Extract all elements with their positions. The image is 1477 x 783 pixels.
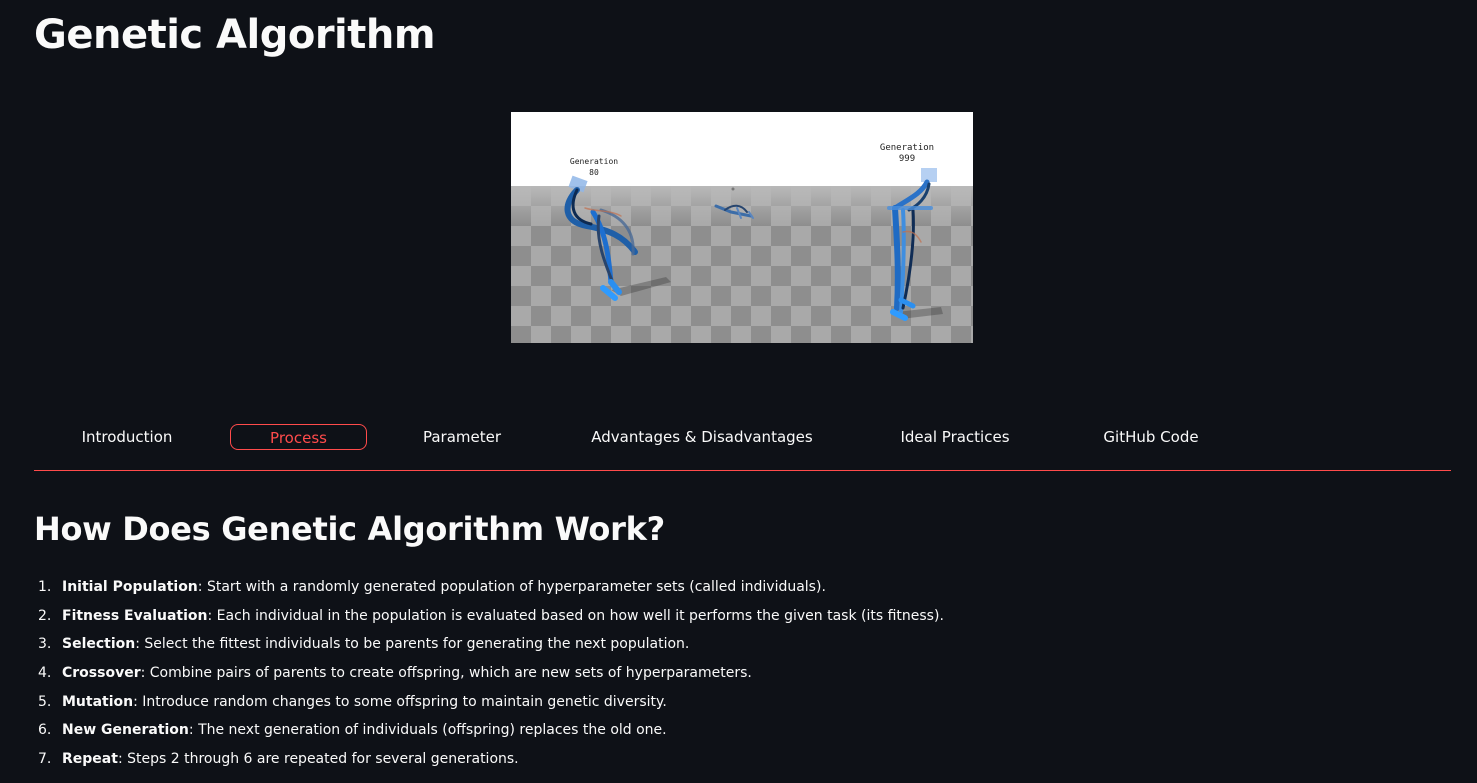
genetic-algorithm-animation-image: Generation 80 Generation 999 <box>511 112 973 343</box>
list-item: 5. Mutation: Introduce random changes to … <box>34 689 944 718</box>
walker-right <box>887 168 937 321</box>
list-number: 4. <box>38 665 52 682</box>
step-term: Mutation <box>62 693 134 710</box>
list-number: 6. <box>38 722 52 739</box>
step-text: : Start with a randomly generated popula… <box>197 579 826 595</box>
tab-bar: Introduction Process Parameter Advantage… <box>34 424 1451 472</box>
step-term: Selection <box>62 636 136 653</box>
section-heading: How Does Genetic Algorithm Work? <box>34 510 665 548</box>
list-item: 2. Fitness Evaluation: Each individual in… <box>34 603 944 632</box>
tab-introduction[interactable]: Introduction <box>68 424 186 450</box>
list-number: 3. <box>38 636 52 653</box>
walker-left <box>564 175 638 301</box>
step-text: : Introduce random changes to some offsp… <box>133 693 667 710</box>
list-number: 7. <box>38 751 52 768</box>
step-term: Fitness Evaluation <box>62 607 208 624</box>
step-term: Repeat <box>62 751 118 768</box>
app-page: Genetic Algorithm Generation 80 Generati… <box>0 0 1477 783</box>
step-text: : Combine pairs of parents to create off… <box>140 665 752 682</box>
list-item: 7. Repeat: Steps 2 through 6 are repeated… <box>34 746 944 775</box>
tab-process[interactable]: Process <box>230 424 367 450</box>
tab-ideal-practices[interactable]: Ideal Practices <box>892 424 1018 450</box>
tab-advantages-disadvantages[interactable]: Advantages & Disadvantages <box>584 424 820 450</box>
tab-active-underline <box>34 470 1451 471</box>
tab-parameter[interactable]: Parameter <box>402 424 522 450</box>
list-number: 1. <box>38 579 52 595</box>
list-number: 5. <box>38 693 52 710</box>
page-title: Genetic Algorithm <box>34 12 436 58</box>
step-text: : Steps 2 through 6 are repeated for sev… <box>117 751 519 768</box>
list-item: 4. Crossover: Combine pairs of parents to… <box>34 660 944 689</box>
walker-far <box>714 187 754 219</box>
step-term: Initial Population <box>62 579 198 595</box>
tab-github-code[interactable]: GitHub Code <box>1092 424 1210 450</box>
step-text: : The next generation of individuals (of… <box>188 722 667 739</box>
list-item: 6. New Generation: The next generation of… <box>34 717 944 746</box>
step-text: : Each individual in the population is e… <box>207 607 944 624</box>
walker-figures <box>564 168 943 321</box>
step-text: : Select the fittest individuals to be p… <box>135 636 690 653</box>
steps-list: 1. Initial Population: Start with a rando… <box>34 574 944 775</box>
step-term: New Generation <box>62 722 189 739</box>
list-item: 3. Selection: Select the fittest individu… <box>34 631 944 660</box>
list-item: 1. Initial Population: Start with a rando… <box>34 574 944 603</box>
step-term: Crossover <box>62 665 141 682</box>
list-number: 2. <box>38 607 52 624</box>
